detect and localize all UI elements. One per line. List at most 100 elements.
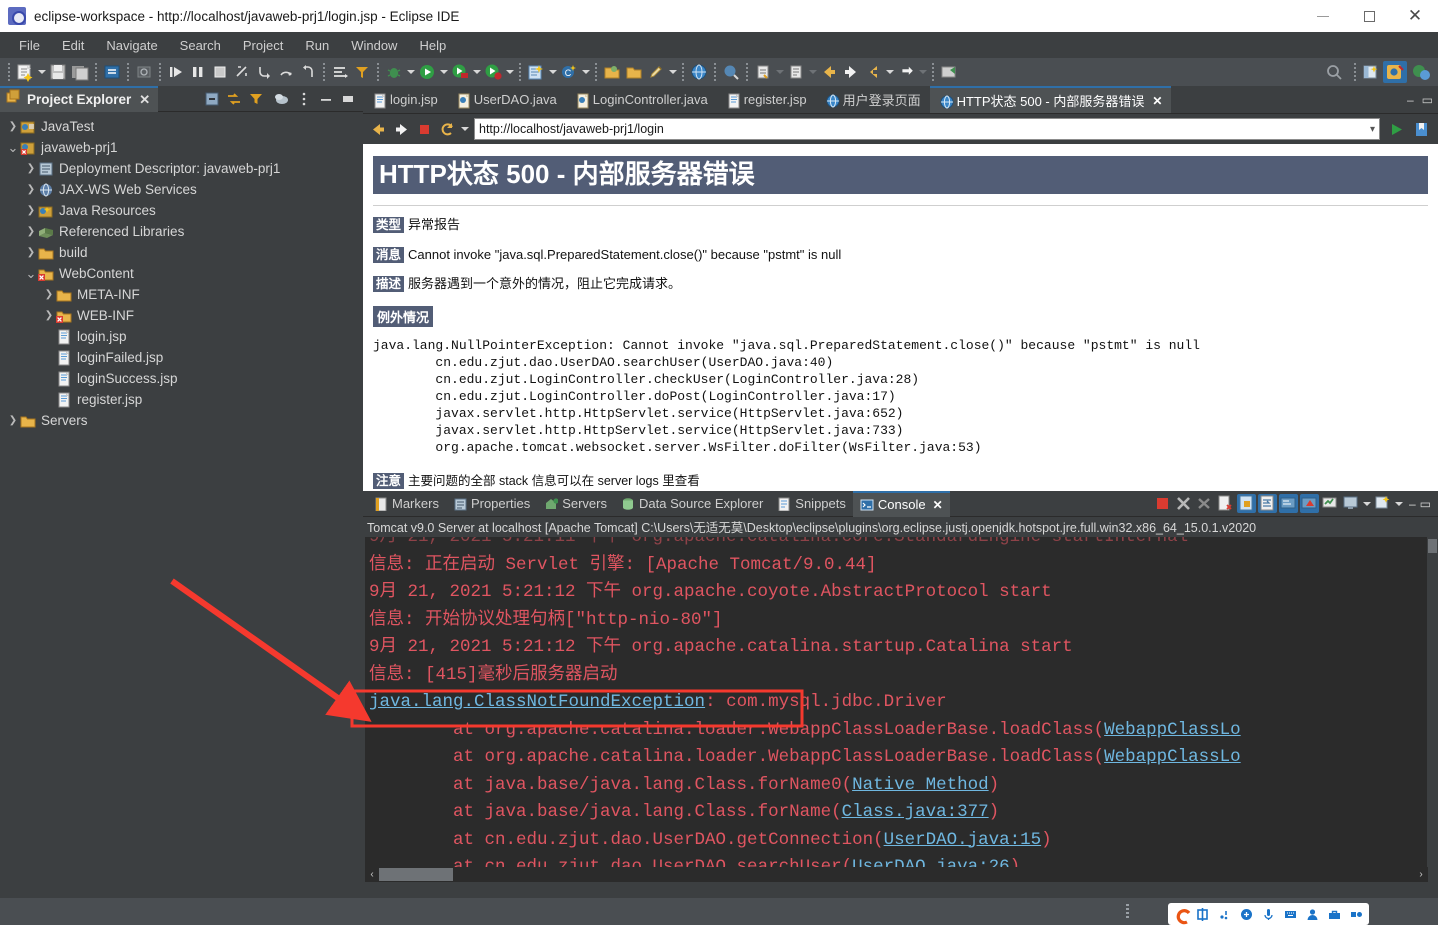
chevron-right-icon[interactable]: ❯ bbox=[24, 200, 38, 221]
console-output[interactable]: 9月 21, 2021 5:21:11 下午 org.apache.catali… bbox=[365, 537, 1428, 877]
forward-arrow-icon[interactable] bbox=[392, 120, 411, 139]
chinese-mode-icon[interactable] bbox=[1196, 907, 1209, 921]
chevron-right-icon[interactable]: ❯ bbox=[24, 221, 38, 242]
console-source-link[interactable]: WebappClassLo bbox=[1104, 720, 1241, 740]
tree-item[interactable]: ❯ JAX-WS Web Services bbox=[0, 179, 363, 200]
filter-icon[interactable] bbox=[352, 62, 372, 82]
open-resource-icon[interactable] bbox=[624, 62, 644, 82]
chevron-down-icon[interactable] bbox=[1362, 494, 1373, 514]
voice-input-icon[interactable] bbox=[1262, 908, 1275, 921]
annotation-dropdown-icon[interactable] bbox=[667, 62, 678, 82]
word-wrap-icon[interactable] bbox=[1257, 494, 1277, 513]
console-source-link[interactable]: UserDAO.java:15 bbox=[884, 830, 1042, 850]
chevron-right-icon[interactable]: ❯ bbox=[24, 158, 38, 179]
tree-item[interactable]: ⌄ WebContent bbox=[0, 263, 363, 284]
menu-item-edit[interactable]: Edit bbox=[51, 36, 95, 55]
collapse-all-icon[interactable] bbox=[203, 90, 221, 108]
next-annotation-icon[interactable] bbox=[753, 62, 773, 82]
last-edit-icon[interactable] bbox=[863, 62, 883, 82]
show-console-on-output-icon[interactable] bbox=[1278, 494, 1298, 513]
step-over-icon[interactable] bbox=[276, 62, 296, 82]
minimize-icon[interactable]: – bbox=[1407, 93, 1414, 107]
scrollbar-thumb-h[interactable] bbox=[379, 868, 453, 881]
working-set-icon[interactable] bbox=[273, 90, 291, 108]
back-arrow-icon[interactable] bbox=[369, 120, 388, 139]
toolbox-icon[interactable] bbox=[1328, 908, 1341, 921]
previous-annotation-icon[interactable] bbox=[786, 62, 806, 82]
tree-item[interactable]: ❯ Java Resources bbox=[0, 200, 363, 221]
maximize-button[interactable] bbox=[1346, 0, 1392, 32]
tree-item[interactable]: ❯ Deployment Descriptor: javaweb-prj1 bbox=[0, 158, 363, 179]
chevron-right-icon[interactable]: ❯ bbox=[24, 242, 38, 263]
back-icon[interactable] bbox=[819, 62, 839, 82]
tab-project-explorer[interactable]: Project Explorer ✕ bbox=[0, 85, 159, 112]
open-type-icon[interactable] bbox=[602, 62, 622, 82]
minimize-icon[interactable] bbox=[317, 90, 335, 108]
chevron-right-icon[interactable]: ❯ bbox=[42, 284, 56, 305]
remove-launch-icon[interactable] bbox=[1174, 494, 1193, 513]
menu-item-run[interactable]: Run bbox=[294, 36, 340, 55]
minimize-button[interactable] bbox=[1300, 0, 1346, 32]
url-input[interactable]: http://localhost/javaweb-prj1/login ▾ bbox=[474, 118, 1380, 140]
new-wizard-icon[interactable] bbox=[15, 62, 35, 82]
editor-tab[interactable]: UserDAO.java bbox=[447, 86, 566, 113]
forward-icon[interactable] bbox=[841, 62, 861, 82]
chevron-right-icon[interactable]: ❯ bbox=[24, 179, 38, 200]
profile-icon[interactable] bbox=[483, 62, 503, 82]
search-icon2[interactable] bbox=[721, 62, 741, 82]
url-dropdown-icon[interactable]: ▾ bbox=[1370, 124, 1375, 135]
console-vertical-scrollbar[interactable] bbox=[1427, 537, 1438, 877]
console-source-link[interactable]: WebappClassLo bbox=[1104, 747, 1241, 767]
tree-item[interactable]: ❯ Servers bbox=[0, 410, 363, 431]
menu-item-project[interactable]: Project bbox=[232, 36, 294, 55]
clear-console-icon[interactable] bbox=[1216, 494, 1235, 513]
menu-item-window[interactable]: Window bbox=[340, 36, 408, 55]
run-as-server-dropdown-icon[interactable] bbox=[471, 62, 482, 82]
tree-item[interactable]: ⌄ javaweb-prj1 bbox=[0, 137, 363, 158]
scroll-right-button[interactable]: › bbox=[1414, 867, 1428, 882]
quick-access-search-icon[interactable] bbox=[1324, 62, 1344, 82]
soft-keyboard-icon[interactable] bbox=[1284, 908, 1297, 921]
previous-annotation-dropdown-icon[interactable] bbox=[807, 62, 818, 82]
maximize-icon[interactable]: ▭ bbox=[1420, 497, 1431, 511]
view-menu-icon[interactable] bbox=[295, 90, 313, 108]
print-icon[interactable] bbox=[134, 62, 154, 82]
run-as-server-icon[interactable] bbox=[450, 62, 470, 82]
profile-dropdown-icon[interactable] bbox=[504, 62, 515, 82]
open-external-icon[interactable] bbox=[939, 62, 959, 82]
bookmark-icon[interactable] bbox=[1412, 120, 1431, 139]
menu-item-navigate[interactable]: Navigate bbox=[95, 36, 168, 55]
editor-tab[interactable]: login.jsp bbox=[363, 86, 447, 113]
forward-nav-dropdown-icon[interactable] bbox=[917, 62, 928, 82]
remove-all-terminated-icon[interactable] bbox=[1195, 494, 1214, 513]
disconnect-icon[interactable] bbox=[232, 62, 252, 82]
menu-item-file[interactable]: File bbox=[8, 36, 51, 55]
save-all-icon[interactable] bbox=[70, 62, 90, 82]
console-exception-link[interactable]: java.lang.ClassNotFoundException bbox=[369, 692, 705, 712]
forward-nav-icon[interactable] bbox=[896, 62, 916, 82]
run-dropdown-icon[interactable] bbox=[438, 62, 449, 82]
tree-item[interactable]: login.jsp bbox=[0, 326, 363, 347]
tree-item[interactable]: ❯ WEB-INF bbox=[0, 305, 363, 326]
new-java-project-dropdown-icon[interactable] bbox=[547, 62, 558, 82]
open-perspective-icon[interactable] bbox=[1361, 62, 1381, 82]
step-return-icon[interactable] bbox=[298, 62, 318, 82]
chevron-down-icon[interactable]: ⌄ bbox=[24, 263, 38, 284]
scroll-lock-icon[interactable] bbox=[1236, 494, 1256, 513]
save-icon[interactable] bbox=[48, 62, 68, 82]
go-play-icon[interactable] bbox=[1387, 120, 1406, 139]
browser-icon[interactable] bbox=[689, 62, 709, 82]
scroll-left-button[interactable]: ‹ bbox=[365, 867, 379, 882]
chevron-right-icon[interactable]: ❯ bbox=[6, 410, 20, 431]
menu-item-search[interactable]: Search bbox=[169, 36, 232, 55]
new-wizard-dropdown-icon[interactable] bbox=[36, 62, 47, 82]
toggle-mark-occurrences-icon[interactable] bbox=[102, 62, 122, 82]
pin-console-icon[interactable] bbox=[1299, 494, 1319, 513]
perspective-java-icon[interactable] bbox=[1409, 61, 1433, 83]
tree-item[interactable]: register.jsp bbox=[0, 389, 363, 410]
next-annotation-dropdown-icon[interactable] bbox=[774, 62, 785, 82]
view-filter-icon[interactable] bbox=[247, 90, 265, 108]
open-task-icon[interactable] bbox=[330, 62, 350, 82]
tree-item[interactable]: ❯ META-INF bbox=[0, 284, 363, 305]
new-class-icon[interactable]: C bbox=[559, 62, 579, 82]
